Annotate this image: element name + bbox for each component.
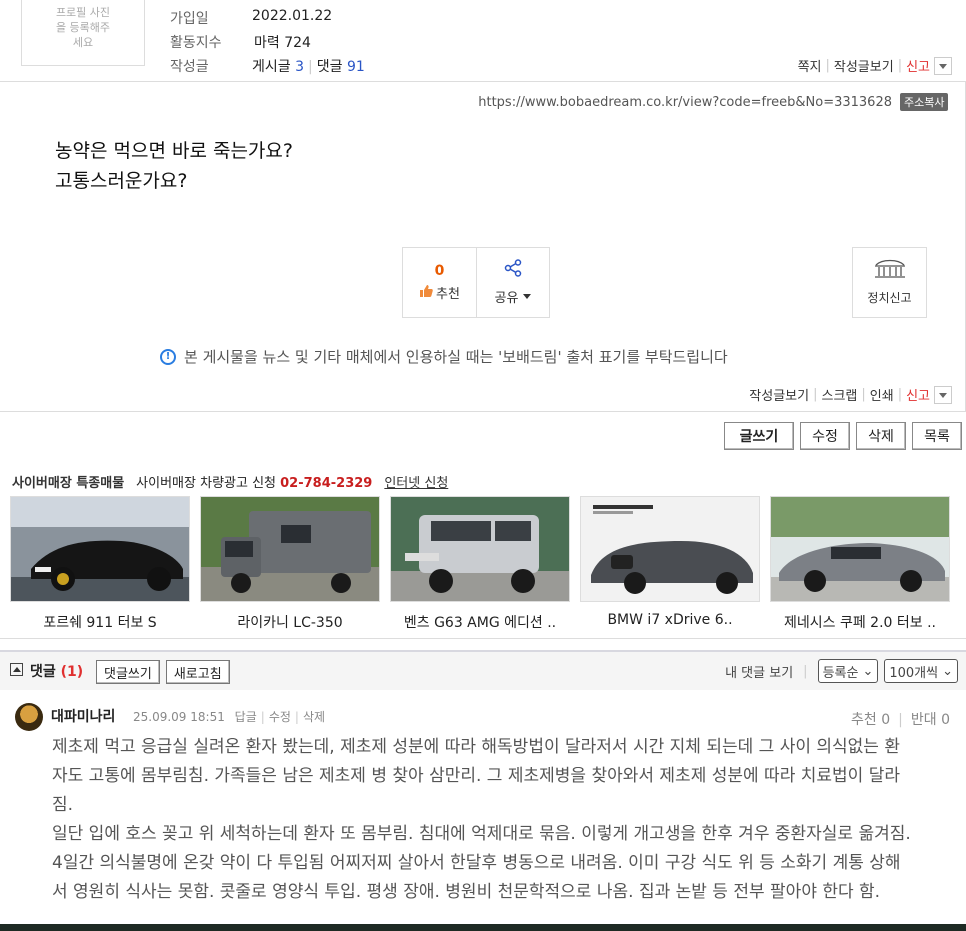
recommend-button[interactable]: 0 추천 bbox=[403, 248, 476, 317]
refresh-button[interactable]: 새로고침 bbox=[165, 660, 230, 684]
comment-options: 내 댓글 보기 | 등록순 ⌄ 100개씩 ⌄ bbox=[725, 659, 958, 683]
downvote-button[interactable]: 반대 0 bbox=[911, 712, 950, 728]
car-photo[interactable] bbox=[10, 496, 190, 602]
delete-link[interactable]: 삭제 bbox=[303, 710, 325, 724]
car-name[interactable]: 벤츠 G63 AMG 에디션 .. bbox=[390, 612, 570, 632]
taskbar-strip bbox=[0, 924, 966, 931]
edit-link[interactable]: 수정 bbox=[269, 710, 291, 724]
comment-buttons: 댓글쓰기 새로고침 bbox=[96, 660, 230, 684]
market-apply-link[interactable]: 인터넷 신청 bbox=[384, 472, 448, 491]
activity-label: 활동지수 bbox=[170, 35, 222, 51]
joined-label: 가입일 bbox=[170, 11, 209, 27]
caret-down-icon bbox=[523, 294, 532, 299]
market-phone: 02-784-2329 bbox=[280, 476, 373, 491]
report-link[interactable]: 신고 bbox=[906, 56, 930, 75]
edit-button[interactable]: 수정 bbox=[800, 422, 850, 450]
post-line: 고통스러운가요? bbox=[55, 170, 188, 192]
car-list: 포르쉐 911 터보 S 라이카니 LC-350 벤츠 G63 AMG 에디션 … bbox=[10, 496, 950, 632]
divider bbox=[0, 638, 966, 639]
politic-label: 정치신고 bbox=[867, 291, 912, 305]
car-name[interactable]: 라이카니 LC-350 bbox=[200, 612, 380, 632]
car-item[interactable]: 포르쉐 911 터보 S bbox=[10, 496, 190, 632]
recommend-count: 0 bbox=[434, 263, 445, 279]
recommend-share-box: 0 추천 공유 bbox=[402, 247, 550, 318]
posts-count[interactable]: 3 bbox=[295, 59, 304, 75]
market-ad-label: 사이버매장 차량광고 신청 02-784-2329 bbox=[136, 476, 373, 491]
post-actions: 작성글보기 | 스크랩 | 인쇄 | 신고 bbox=[749, 385, 952, 404]
write-comment-button[interactable]: 댓글쓰기 bbox=[96, 660, 160, 684]
sort-select[interactable]: 등록순 ⌄ bbox=[817, 659, 879, 683]
upvote-button[interactable]: 추천 0 bbox=[851, 712, 890, 728]
recommend-label: 추천 bbox=[436, 287, 460, 302]
comments-title: 댓글 (1) bbox=[30, 664, 84, 680]
comments-link[interactable]: 댓글 bbox=[317, 59, 343, 75]
comment-meta: 25.09.09 18:51 답글 | 수정 | 삭제 bbox=[133, 710, 326, 724]
profile-actions: 쪽지 | 작성글보기 | 신고 bbox=[798, 56, 952, 75]
list-button[interactable]: 목록 bbox=[912, 422, 962, 450]
comment-body: 제초제 먹고 응급실 실려온 환자 봤는데, 제초제 성분에 따라 해독방법이 … bbox=[52, 733, 912, 907]
print-link[interactable]: 인쇄 bbox=[870, 385, 894, 404]
report-link[interactable]: 신고 bbox=[906, 385, 930, 404]
thumbs-up-icon bbox=[419, 284, 433, 302]
car-name[interactable]: 포르쉐 911 터보 S bbox=[10, 612, 190, 632]
board-buttons: 글쓰기 수정 삭제 목록 bbox=[724, 422, 962, 450]
car-name[interactable]: BMW i7 xDrive 6.. bbox=[580, 612, 760, 628]
share-label: 공유 bbox=[494, 291, 519, 306]
joined-value: 2022.01.22 bbox=[252, 8, 333, 24]
building-icon bbox=[872, 259, 908, 283]
notice-text: 본 게시물을 뉴스 및 기타 매체에서 인용하실 때는 '보배드림' 출처 표기… bbox=[184, 348, 728, 366]
chevron-down-icon[interactable] bbox=[934, 56, 952, 75]
car-photo[interactable] bbox=[580, 496, 760, 602]
post-body: 농약은 먹으면 바로 죽는가요? 고통스러운가요? bbox=[55, 136, 293, 196]
car-item[interactable]: 라이카니 LC-350 bbox=[200, 496, 380, 632]
write-button[interactable]: 글쓰기 bbox=[724, 422, 794, 450]
comments-count: (1) bbox=[60, 664, 84, 680]
post-counts: 게시글 3 | 댓글 91 bbox=[252, 59, 365, 75]
reply-link[interactable]: 답글 bbox=[235, 710, 257, 724]
view-posts-link[interactable]: 작성글보기 bbox=[749, 385, 809, 404]
car-photo[interactable] bbox=[390, 496, 570, 602]
comment-paragraph: 제초제 먹고 응급실 실려온 환자 봤는데, 제초제 성분에 따라 해독방법이 … bbox=[52, 737, 900, 815]
citation-notice: ! 본 게시물을 뉴스 및 기타 매체에서 인용하실 때는 '보배드림' 출처 … bbox=[160, 346, 728, 367]
car-name[interactable]: 제네시스 쿠페 2.0 터보 .. bbox=[770, 612, 950, 632]
chevron-down-icon[interactable] bbox=[934, 385, 952, 404]
chevron-down-icon: ⌄ bbox=[942, 663, 953, 679]
comment-votes: 추천 0 | 반대 0 bbox=[851, 712, 950, 728]
car-item[interactable]: 제네시스 쿠페 2.0 터보 .. bbox=[770, 496, 950, 632]
post-line: 농약은 먹으면 바로 죽는가요? bbox=[55, 140, 293, 162]
profile-photo-text: 프로필 사진을 등록해주세요 bbox=[55, 6, 111, 49]
car-item[interactable]: 벤츠 G63 AMG 에디션 .. bbox=[390, 496, 570, 632]
car-photo[interactable] bbox=[200, 496, 380, 602]
posts-link[interactable]: 게시글 bbox=[252, 59, 291, 75]
view-posts-link[interactable]: 작성글보기 bbox=[834, 56, 894, 75]
activity-value: 마력 724 bbox=[254, 35, 311, 51]
copy-url-button[interactable]: 주소복사 bbox=[900, 93, 949, 111]
comment-date: 25.09.09 18:51 bbox=[133, 710, 225, 724]
car-item[interactable]: BMW i7 xDrive 6.. bbox=[580, 496, 760, 632]
politic-report-button[interactable]: 정치신고 bbox=[852, 247, 927, 318]
posts-label: 작성글 bbox=[170, 59, 209, 75]
market-title: 사이버매장 특종매물 bbox=[12, 476, 125, 491]
comments-count[interactable]: 91 bbox=[347, 59, 365, 75]
per-page-select[interactable]: 100개씩 ⌄ bbox=[884, 659, 958, 683]
collapse-icon[interactable] bbox=[10, 663, 23, 676]
market-header: 사이버매장 특종매물 사이버매장 차량광고 신청 02-784-2329 인터넷… bbox=[12, 472, 448, 491]
chevron-down-icon: ⌄ bbox=[862, 663, 874, 679]
delete-button[interactable]: 삭제 bbox=[856, 422, 906, 450]
post-url: https://www.bobaedream.co.kr/view?code=f… bbox=[478, 95, 892, 110]
scrap-link[interactable]: 스크랩 bbox=[821, 385, 857, 404]
car-photo[interactable] bbox=[770, 496, 950, 602]
comment-author[interactable]: 대파미나리 bbox=[51, 706, 115, 726]
info-icon: ! bbox=[160, 348, 176, 365]
my-comments-link[interactable]: 내 댓글 보기 bbox=[725, 662, 793, 681]
share-icon bbox=[504, 259, 522, 281]
avatar[interactable] bbox=[15, 703, 43, 731]
profile-photo: 프로필 사진을 등록해주세요 bbox=[21, 0, 145, 66]
comment-paragraph: 일단 입에 호스 꽂고 위 세척하는데 환자 또 몸부림. 침대에 억제대로 묶… bbox=[52, 824, 911, 902]
share-button[interactable]: 공유 bbox=[476, 248, 549, 317]
message-link[interactable]: 쪽지 bbox=[798, 56, 822, 75]
